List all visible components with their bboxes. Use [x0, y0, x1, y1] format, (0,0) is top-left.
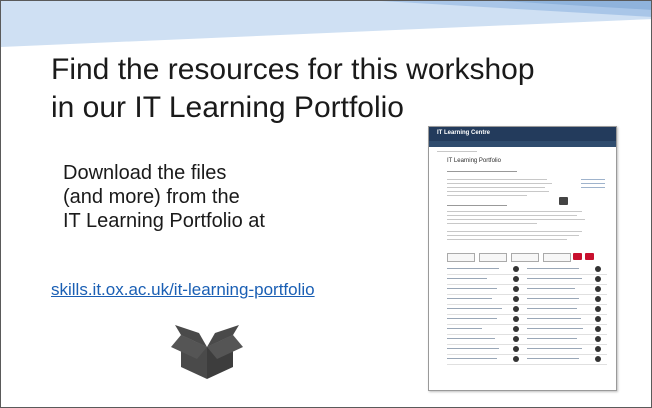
- thumb-box-icon: [559, 197, 568, 205]
- portfolio-page-screenshot: IT Learning Centre IT Learning Portfolio: [428, 126, 617, 391]
- slide-title: Find the resources for this workshop in …: [51, 51, 611, 127]
- portfolio-link[interactable]: skills.it.ox.ac.uk/it-learning-portfolio: [51, 280, 315, 300]
- thumb-header-title: IT Learning Centre: [437, 130, 491, 136]
- body-line-1: Download the files: [63, 162, 227, 184]
- instructions-text: Download the files (and more) from the I…: [63, 161, 323, 233]
- title-line-2: in our IT Learning Portfolio: [51, 91, 404, 124]
- thumb-nav-bar: [429, 141, 616, 147]
- thumb-page-heading: IT Learning Portfolio: [447, 158, 501, 164]
- thumb-reset-button: [585, 253, 594, 260]
- open-box-icon: [171, 325, 243, 379]
- thumb-filter-button: [573, 253, 582, 260]
- slide: Find the resources for this workshop in …: [0, 0, 652, 408]
- body-line-2: (and more) from the: [63, 186, 240, 208]
- thumb-header: IT Learning Centre: [429, 127, 616, 141]
- body-line-3: IT Learning Portfolio at: [63, 210, 265, 232]
- title-line-1: Find the resources for this workshop: [51, 53, 535, 86]
